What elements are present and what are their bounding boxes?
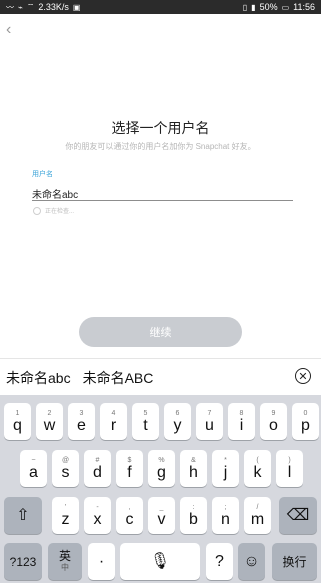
close-circle-icon[interactable]: ✕ xyxy=(295,368,311,384)
question-key[interactable]: ? xyxy=(206,543,233,580)
key-z[interactable]: ' z xyxy=(52,497,79,534)
microphone-icon: 🎙 xyxy=(149,552,171,570)
dot-key-label: · xyxy=(98,552,105,570)
key-r-label: r xyxy=(110,416,117,434)
key-t-label: t xyxy=(143,416,148,434)
key-p-label: p xyxy=(301,416,310,434)
key-b[interactable]: :b xyxy=(180,497,207,534)
shift-key-label: ⇧ xyxy=(16,506,30,524)
language-sub-label: 中 xyxy=(61,563,69,572)
username-label: 用户名 xyxy=(32,171,53,178)
notification-icon: ▣ xyxy=(72,2,81,12)
key-i-label: i xyxy=(239,416,244,434)
wifi-signal-icon: 〰 xyxy=(6,2,14,12)
username-input[interactable]: 未命名abc xyxy=(32,186,292,201)
candidate-1[interactable]: 未命名abc xyxy=(0,368,77,388)
language-key[interactable]: 英中 xyxy=(48,543,82,580)
key-y-label: y xyxy=(173,416,182,434)
key-q[interactable]: 1q xyxy=(4,403,31,440)
key-t[interactable]: 5t xyxy=(132,403,159,440)
battery-icon: ▭ xyxy=(281,2,290,12)
sim-icon: ▯ xyxy=(242,2,248,12)
emoji-icon: ☺ xyxy=(243,552,260,570)
key-q-label: q xyxy=(13,416,22,434)
key-m-label: m xyxy=(250,510,265,528)
question-key-label: ? xyxy=(215,552,224,570)
key-c[interactable]: ,c xyxy=(116,497,143,534)
key-a-label: a xyxy=(29,463,38,481)
key-h-label: h xyxy=(189,463,198,481)
key-j[interactable]: * j xyxy=(212,450,239,487)
candidate-2[interactable]: 未命名ABC xyxy=(77,368,160,388)
key-w[interactable]: 2w xyxy=(36,403,63,440)
keyboard: 1 q 2 w 3 e 4 r 5 t 6 y 7 u 8 i 9 o 0 p ~ a @ s # d $ f% g & h * j(k) l ⇧ '… xyxy=(0,395,321,583)
key-k[interactable]: (k xyxy=(244,450,271,487)
key-z-label: z xyxy=(61,510,70,528)
clock: 11:56 xyxy=(293,2,315,12)
key-i[interactable]: 8i xyxy=(228,403,255,440)
key-u-label: u xyxy=(205,416,214,434)
enter-key[interactable]: 换行 xyxy=(272,543,317,580)
key-d-label: d xyxy=(93,463,102,481)
key-p[interactable]: 0p xyxy=(292,403,319,440)
network-speed: 2.33K/s xyxy=(38,2,69,12)
key-x[interactable]: -x xyxy=(84,497,111,534)
wifi-icon: ⌔ xyxy=(26,2,35,11)
key-j-label: j xyxy=(223,463,228,481)
key-h[interactable]: & h xyxy=(180,450,207,487)
key-k-label: k xyxy=(253,463,262,481)
key-e[interactable]: 3e xyxy=(68,403,95,440)
key-g-label: g xyxy=(157,463,166,481)
numeric-key[interactable]: ?123 xyxy=(4,543,42,580)
key-n[interactable]: ; n xyxy=(212,497,239,534)
continue-button[interactable]: 继续 xyxy=(79,317,242,347)
space-key[interactable]: 🎙 xyxy=(120,543,200,580)
page-subtitle: 你的朋友可以通过你的用户名加你为 Snapchat 好友。 xyxy=(65,142,256,151)
key-f[interactable]: $ f xyxy=(116,450,143,487)
loading-spinner-icon xyxy=(33,206,41,215)
numeric-key-label: ?123 xyxy=(9,554,37,569)
key-l-label: l xyxy=(287,463,292,481)
key-s[interactable]: @ s xyxy=(52,450,79,487)
key-x-label: x xyxy=(93,510,102,528)
key-o[interactable]: 9o xyxy=(260,403,287,440)
key-v-label: v xyxy=(157,510,166,528)
username-screen: ‹ 选择一个用户名 你的朋友可以通过你的用户名加你为 Snapchat 好友。 … xyxy=(0,14,321,358)
backspace-key-label: ⌫ xyxy=(286,506,310,524)
back-chevron-icon[interactable]: ‹ xyxy=(6,22,11,38)
key-y[interactable]: 6y xyxy=(164,403,191,440)
key-u[interactable]: 7u xyxy=(196,403,223,440)
key-o-label: o xyxy=(269,416,278,434)
key-b-label: b xyxy=(189,510,198,528)
key-c-label: c xyxy=(125,510,134,528)
cell-signal-icon: ⌁ xyxy=(18,2,23,12)
key-e-label: e xyxy=(77,416,86,434)
checking-status: 正在检查... xyxy=(33,206,74,215)
language-key-label: 英 xyxy=(58,549,71,563)
key-m[interactable]: / m xyxy=(244,497,271,534)
key-f-label: f xyxy=(127,463,132,481)
battery-percent: 50% xyxy=(259,2,278,12)
username-underline xyxy=(32,200,293,201)
vibrate-icon: ▮ xyxy=(251,2,256,12)
enter-key-label: 换行 xyxy=(282,554,307,569)
key-r[interactable]: 4r xyxy=(100,403,127,440)
key-a[interactable]: ~ a xyxy=(20,450,47,487)
shift-key[interactable]: ⇧ xyxy=(4,497,42,534)
key-d[interactable]: # d xyxy=(84,450,111,487)
emoji-key[interactable]: ☺ xyxy=(238,543,265,580)
key-w-label: w xyxy=(43,416,56,434)
status-bar: 〰 ⌁ ⌔ 2.33K/s ▣ ▯ ▮ 50% ▭ 11:56 xyxy=(0,0,321,14)
ime-candidate-bar: 未命名abc 未命名ABC ✕ xyxy=(0,358,321,396)
checking-text: 正在检查... xyxy=(45,209,75,215)
key-n-label: n xyxy=(221,510,230,528)
backspace-key[interactable]: ⌫ xyxy=(279,497,317,534)
key-g[interactable]: % g xyxy=(148,450,175,487)
page-title: 选择一个用户名 xyxy=(111,120,210,136)
key-s-label: s xyxy=(61,463,70,481)
key-l[interactable]: ) l xyxy=(276,450,303,487)
dot-key[interactable]: · xyxy=(88,543,115,580)
key-v[interactable]: _ v xyxy=(148,497,175,534)
